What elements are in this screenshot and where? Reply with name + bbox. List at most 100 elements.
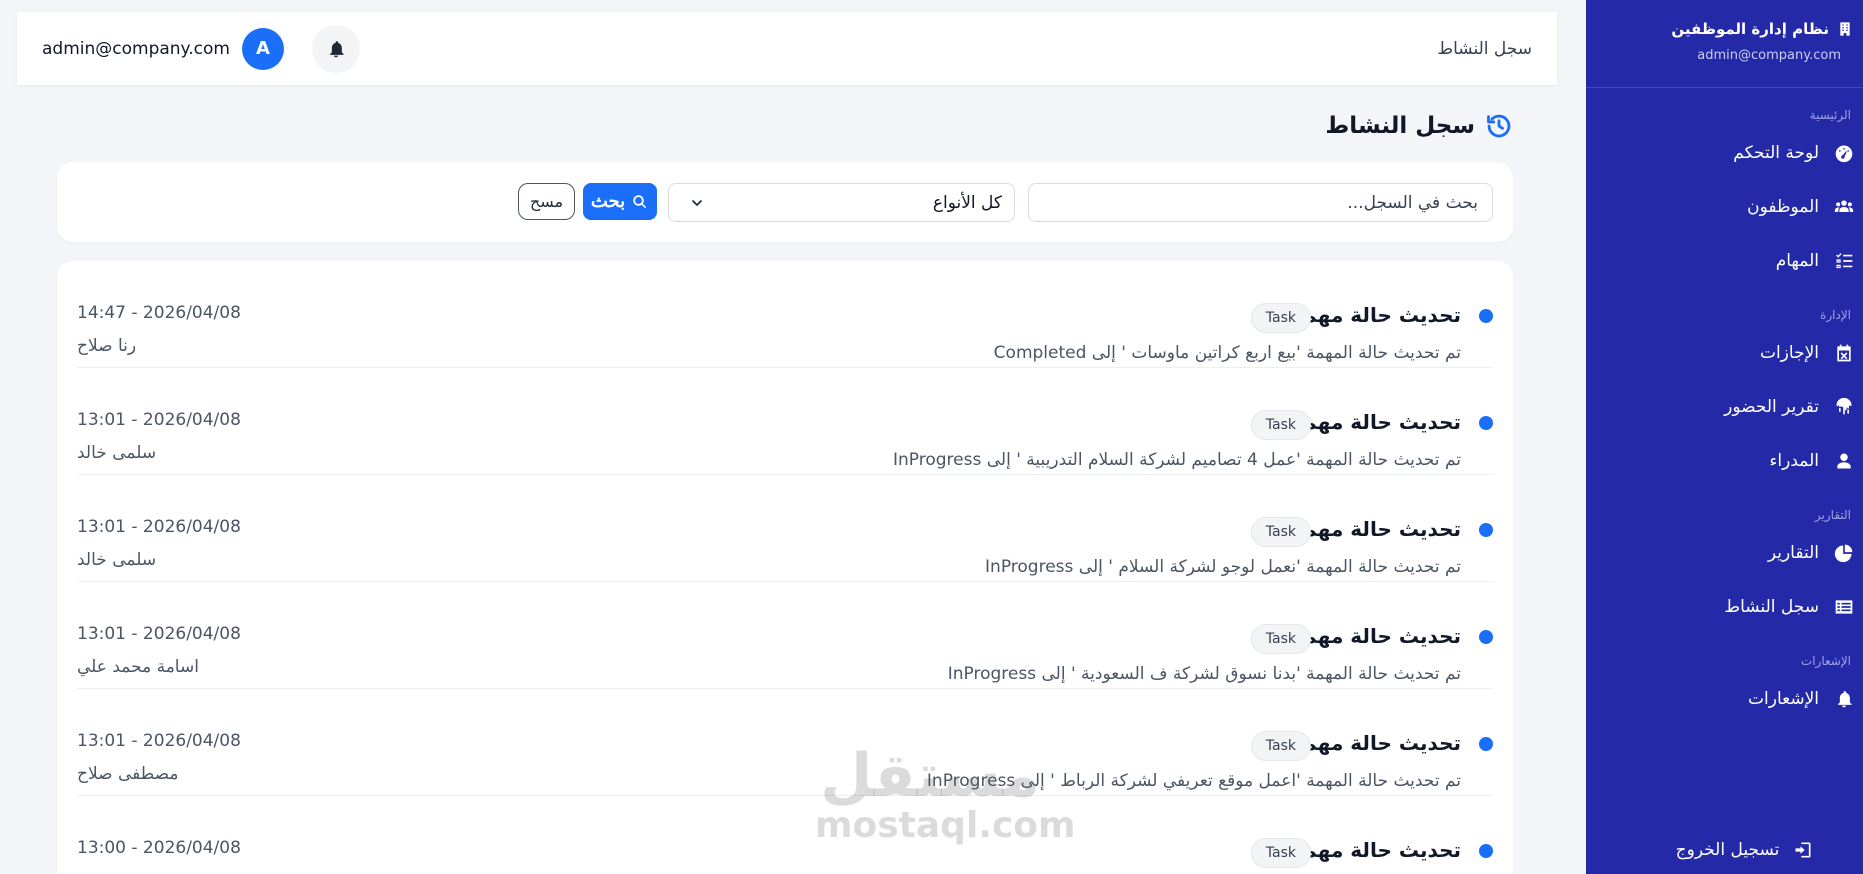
sidebar-item-label: المهام — [1775, 251, 1819, 271]
activity-title: تحديث حالة مهمة — [1292, 303, 1461, 327]
activity-user: رنا صلاح — [77, 336, 137, 356]
sidebar-item-label: الإجازات — [1759, 343, 1819, 363]
activity-time: 13:01 - 2026/04/08 — [77, 517, 241, 537]
activity-item: تحديث حالة مهمة Task تم تحديث حالة المهم… — [77, 689, 1493, 796]
activity-dot — [1479, 844, 1493, 858]
users-icon — [1834, 200, 1854, 212]
sidebar-item-reports[interactable]: التقارير — [1586, 526, 1863, 580]
chevron-down-icon — [692, 199, 702, 206]
sidebar-brand: نظام إدارة الموظفين admin@company.com — [1586, 0, 1863, 88]
sidebar-item-label: سجل النشاط — [1724, 597, 1819, 617]
activity-item: تحديث حالة مهمة Task تم تحديث حالة المهم… — [77, 475, 1493, 582]
activity-user: اسامة محمد علي — [77, 657, 199, 677]
activity-type-badge: Task — [1250, 410, 1311, 440]
activity-title: تحديث حالة مهمة — [1292, 624, 1461, 648]
building-icon — [1840, 22, 1850, 36]
activity-time: 13:00 - 2026/04/08 — [77, 838, 241, 858]
activity-title: تحديث حالة مهمة — [1292, 517, 1461, 541]
activity-time: 13:01 - 2026/04/08 — [77, 731, 241, 751]
activity-description: تم تحديث حالة المهمة 'نعمل لوجو لشركة ال… — [985, 557, 1461, 577]
avatar[interactable]: A — [241, 27, 284, 70]
search-button-label: بحث — [590, 191, 626, 211]
activity-list: تحديث حالة مهمة Task تم تحديث حالة المهم… — [57, 261, 1513, 874]
activity-type-badge: Task — [1250, 731, 1311, 761]
activity-title: تحديث حالة مهمة — [1292, 410, 1461, 434]
search-input[interactable] — [1028, 183, 1493, 222]
activity-time: 13:01 - 2026/04/08 — [77, 624, 241, 644]
activity-description: تم تحديث حالة المهمة 'اعمل موقع تعريفي ل… — [926, 771, 1461, 791]
filter-card: كل الأنواع بحث مسح — [57, 162, 1513, 242]
dashboard-icon — [1835, 145, 1853, 163]
activity-item: تحديث حالة مهمة Task تم تحديث حالة المهم… — [77, 368, 1493, 475]
calendar-x-icon — [1837, 344, 1851, 362]
activity-user: مصطفى صلاح — [77, 764, 179, 784]
sidebar-section-main: الرئيسية — [1809, 108, 1851, 122]
activity-user: سلمى خالد — [77, 443, 157, 463]
activity-dot — [1479, 416, 1493, 430]
sidebar-section-notifications: الإشعارات — [1800, 654, 1851, 668]
activity-description: تم تحديث حالة المهمة 'بيع اربع كراتين ما… — [993, 343, 1461, 363]
header-title: سجل النشاط — [1437, 38, 1532, 59]
sidebar-item-label: الإشعارات — [1748, 689, 1819, 709]
sidebar-item-label: لوحة التحكم — [1733, 143, 1819, 163]
notifications-button[interactable] — [311, 24, 360, 73]
tasks-icon — [1836, 253, 1853, 269]
activity-dot — [1479, 737, 1493, 751]
brand-title-text: نظام إدارة الموظفين — [1671, 20, 1829, 38]
activity-type-badge: Task — [1250, 303, 1311, 333]
logout-label: تسجيل الخروج — [1675, 840, 1780, 860]
sidebar-item-notifications[interactable]: الإشعارات — [1586, 672, 1863, 726]
logout-button[interactable]: تسجيل الخروج — [1586, 840, 1863, 860]
activity-description: تم تحديث حالة المهمة 'عمل 4 تصاميم لشركة… — [892, 450, 1461, 470]
brand-email: admin@company.com — [1697, 48, 1841, 63]
brand-title: نظام إدارة الموظفين — [1586, 20, 1853, 38]
activity-title: تحديث حالة مهمة — [1292, 838, 1461, 862]
activity-title: تحديث حالة مهمة — [1292, 731, 1461, 755]
user-icon — [1837, 453, 1851, 469]
sidebar-item-label: تقرير الحضور — [1724, 397, 1819, 417]
sidebar-item-label: الموظفون — [1747, 197, 1819, 217]
activity-user: سلمى خالد — [77, 550, 157, 570]
sidebar-item-dashboard[interactable]: لوحة التحكم — [1586, 126, 1863, 180]
sidebar-item-activity-log[interactable]: سجل النشاط — [1586, 580, 1863, 634]
activity-item: تحديث حالة مهمة Task تم تحديث حالة المهم… — [77, 582, 1493, 689]
type-select[interactable]: كل الأنواع — [668, 183, 1015, 222]
activity-dot — [1479, 630, 1493, 644]
search-button[interactable]: بحث — [583, 183, 657, 220]
header-email: admin@company.com — [42, 38, 230, 59]
top-header: admin@company.com A سجل النشاط — [17, 12, 1557, 85]
sidebar-section-reports: التقارير — [1814, 508, 1851, 522]
sidebar-item-tasks[interactable]: المهام — [1586, 234, 1863, 288]
logout-icon — [1795, 842, 1811, 858]
search-icon — [633, 194, 647, 208]
sidebar-item-attendance[interactable]: تقرير الحضور — [1586, 380, 1863, 434]
activity-dot — [1479, 309, 1493, 323]
sidebar-item-employees[interactable]: الموظفون — [1586, 180, 1863, 234]
activity-dot — [1479, 523, 1493, 537]
clear-button[interactable]: مسح — [518, 183, 575, 220]
list-icon — [1835, 600, 1853, 614]
sidebar-section-admin: الإدارة — [1820, 308, 1851, 322]
activity-time: 14:47 - 2026/04/08 — [77, 303, 241, 323]
sidebar-item-label: المدراء — [1769, 451, 1819, 471]
sidebar-item-managers[interactable]: المدراء — [1586, 434, 1863, 488]
page-title: سجل النشاط — [1325, 112, 1513, 140]
header-user-area: admin@company.com A — [42, 24, 360, 73]
activity-type-badge: Task — [1250, 517, 1311, 547]
bell-icon — [1838, 691, 1852, 708]
type-select-value: كل الأنواع — [932, 192, 1002, 213]
sidebar: نظام إدارة الموظفين admin@company.com ال… — [1586, 0, 1863, 874]
activity-item: تحديث حالة مهمة Task 13:00 - 2026/04/08 — [77, 796, 1493, 874]
activity-description: تم تحديث حالة المهمة 'بدنا نسوق لشركة ف … — [947, 664, 1461, 684]
fingerprint-icon — [1836, 397, 1852, 415]
activity-type-badge: Task — [1250, 838, 1311, 868]
activity-type-badge: Task — [1250, 624, 1311, 654]
history-icon — [1487, 114, 1511, 138]
sidebar-item-label: التقارير — [1767, 543, 1819, 563]
pie-chart-icon — [1834, 544, 1853, 563]
page-title-text: سجل النشاط — [1325, 113, 1475, 139]
activity-item: تحديث حالة مهمة Task تم تحديث حالة المهم… — [77, 261, 1493, 368]
activity-time: 13:01 - 2026/04/08 — [77, 410, 241, 430]
sidebar-item-leaves[interactable]: الإجازات — [1586, 326, 1863, 380]
bell-icon — [330, 40, 344, 57]
